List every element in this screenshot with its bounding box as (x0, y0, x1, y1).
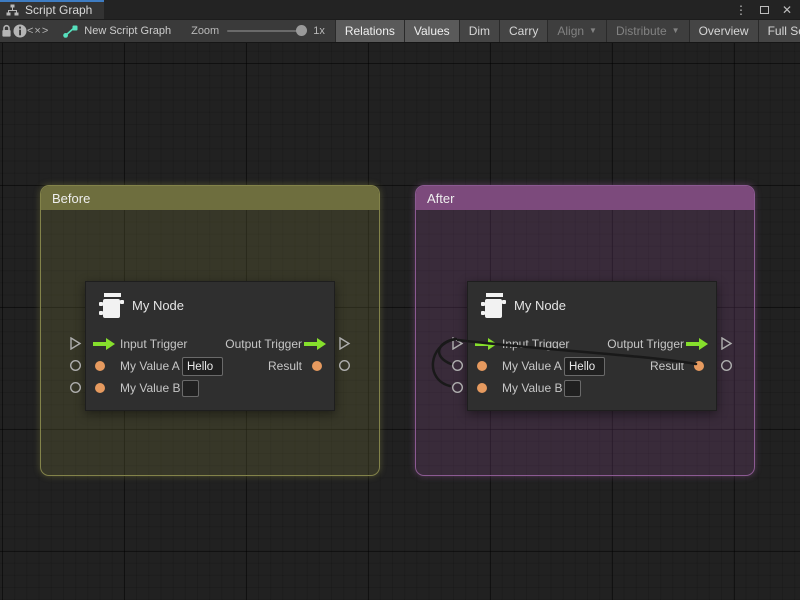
output-trigger-port-icon[interactable] (304, 338, 327, 350)
carry-button[interactable]: Carry (499, 20, 547, 42)
zoom-slider-handle[interactable] (296, 25, 307, 36)
value-a-row: My Value A Result (468, 356, 716, 376)
align-dropdown-button[interactable]: Align ▼ (547, 20, 606, 42)
relations-button[interactable]: Relations (335, 20, 404, 42)
info-icon (13, 24, 27, 38)
lock-button[interactable] (0, 20, 13, 42)
window-controls: ⋮ ✕ (735, 0, 792, 19)
input-trigger-port-icon[interactable] (93, 338, 116, 350)
output-trigger-port-icon[interactable] (686, 338, 709, 350)
node-header[interactable]: My Node (468, 282, 716, 328)
zoom-label: Zoom (191, 25, 219, 37)
info-button[interactable] (13, 20, 27, 42)
more-menu-icon[interactable]: ⋮ (735, 4, 747, 16)
tab-bar: Script Graph ⋮ ✕ (0, 0, 800, 19)
value-a-input[interactable] (564, 357, 605, 376)
ext-flow-outlet-after[interactable] (720, 337, 733, 350)
result-label: Result (650, 356, 684, 376)
value-b-input[interactable] (182, 380, 199, 397)
unit-node-icon (98, 292, 125, 320)
graph-name-label: New Script Graph (84, 25, 171, 37)
values-button[interactable]: Values (404, 20, 459, 42)
maximize-icon[interactable] (760, 1, 769, 19)
graph-hierarchy-icon (6, 4, 19, 16)
graph-canvas[interactable]: Before After My Node (0, 43, 800, 600)
close-icon[interactable]: ✕ (782, 4, 792, 16)
group-before-title: Before (52, 191, 90, 206)
tab-label: Script Graph (25, 3, 92, 17)
result-label: Result (268, 356, 302, 376)
value-b-row: My Value B (86, 378, 334, 398)
input-trigger-port-icon[interactable] (475, 338, 498, 350)
zoom-control: Zoom 1x (191, 20, 325, 42)
value-a-row: My Value A Result (86, 356, 334, 376)
value-a-input[interactable] (182, 357, 223, 376)
output-trigger-label: Output Trigger (607, 334, 684, 354)
distribute-dropdown-button[interactable]: Distribute ▼ (606, 20, 689, 42)
value-b-port-icon[interactable] (477, 383, 487, 393)
overview-button[interactable]: Overview (689, 20, 758, 42)
node-title: My Node (514, 282, 566, 328)
trigger-row: Input Trigger Output Trigger (468, 334, 716, 354)
chevron-down-icon: ▼ (672, 27, 680, 35)
node-title: My Node (132, 282, 184, 328)
ext-flow-inlet-before[interactable] (69, 337, 82, 350)
ext-value-inlet-b-before[interactable] (69, 381, 82, 394)
dim-button[interactable]: Dim (459, 20, 499, 42)
group-after-title: After (427, 191, 454, 206)
ext-value-inlet-b-after[interactable] (451, 381, 464, 394)
node-my-node-after[interactable]: My Node Input Trigger Output Trigger My … (467, 281, 717, 411)
fullscreen-button[interactable]: Full Screen (758, 20, 800, 42)
value-b-label: My Value B (120, 378, 180, 398)
value-b-input[interactable] (564, 380, 581, 397)
unit-node-icon (480, 292, 507, 320)
ext-value-outlet-after[interactable] (720, 359, 733, 372)
group-after-header[interactable]: After (416, 186, 754, 210)
node-my-node-before[interactable]: My Node Input Trigger Output Trigger My … (85, 281, 335, 411)
input-trigger-label: Input Trigger (120, 334, 187, 354)
output-trigger-label: Output Trigger (225, 334, 302, 354)
ext-flow-outlet-before[interactable] (338, 337, 351, 350)
graph-toolbar: <×> New Script Graph Zoom 1x Relations V… (0, 19, 800, 43)
ext-flow-inlet-after[interactable] (451, 337, 464, 350)
value-b-row: My Value B (468, 378, 716, 398)
tab-script-graph[interactable]: Script Graph (0, 0, 104, 19)
value-b-label: My Value B (502, 378, 562, 398)
value-b-port-icon[interactable] (95, 383, 105, 393)
trigger-row: Input Trigger Output Trigger (86, 334, 334, 354)
ext-value-inlet-a-after[interactable] (451, 359, 464, 372)
script-graph-asset-icon (63, 25, 78, 38)
input-trigger-label: Input Trigger (502, 334, 569, 354)
value-a-label: My Value A (120, 356, 180, 376)
script-graph-window: Script Graph ⋮ ✕ <×> (0, 0, 800, 600)
result-port-icon[interactable] (694, 361, 704, 371)
toolbar-buttons: Relations Values Dim Carry Align ▼ Distr… (335, 20, 800, 42)
value-a-port-icon[interactable] (477, 361, 487, 371)
code-preview-button[interactable]: <×> (27, 20, 49, 42)
value-a-port-icon[interactable] (95, 361, 105, 371)
ext-value-inlet-a-before[interactable] (69, 359, 82, 372)
code-brackets-icon: <×> (27, 25, 49, 37)
lock-icon (0, 24, 13, 38)
node-header[interactable]: My Node (86, 282, 334, 328)
graph-identity: New Script Graph (63, 20, 171, 42)
ext-value-outlet-before[interactable] (338, 359, 351, 372)
result-port-icon[interactable] (312, 361, 322, 371)
value-a-label: My Value A (502, 356, 562, 376)
zoom-slider[interactable] (227, 30, 305, 32)
group-before-header[interactable]: Before (41, 186, 379, 210)
zoom-value: 1x (313, 25, 325, 37)
chevron-down-icon: ▼ (589, 27, 597, 35)
